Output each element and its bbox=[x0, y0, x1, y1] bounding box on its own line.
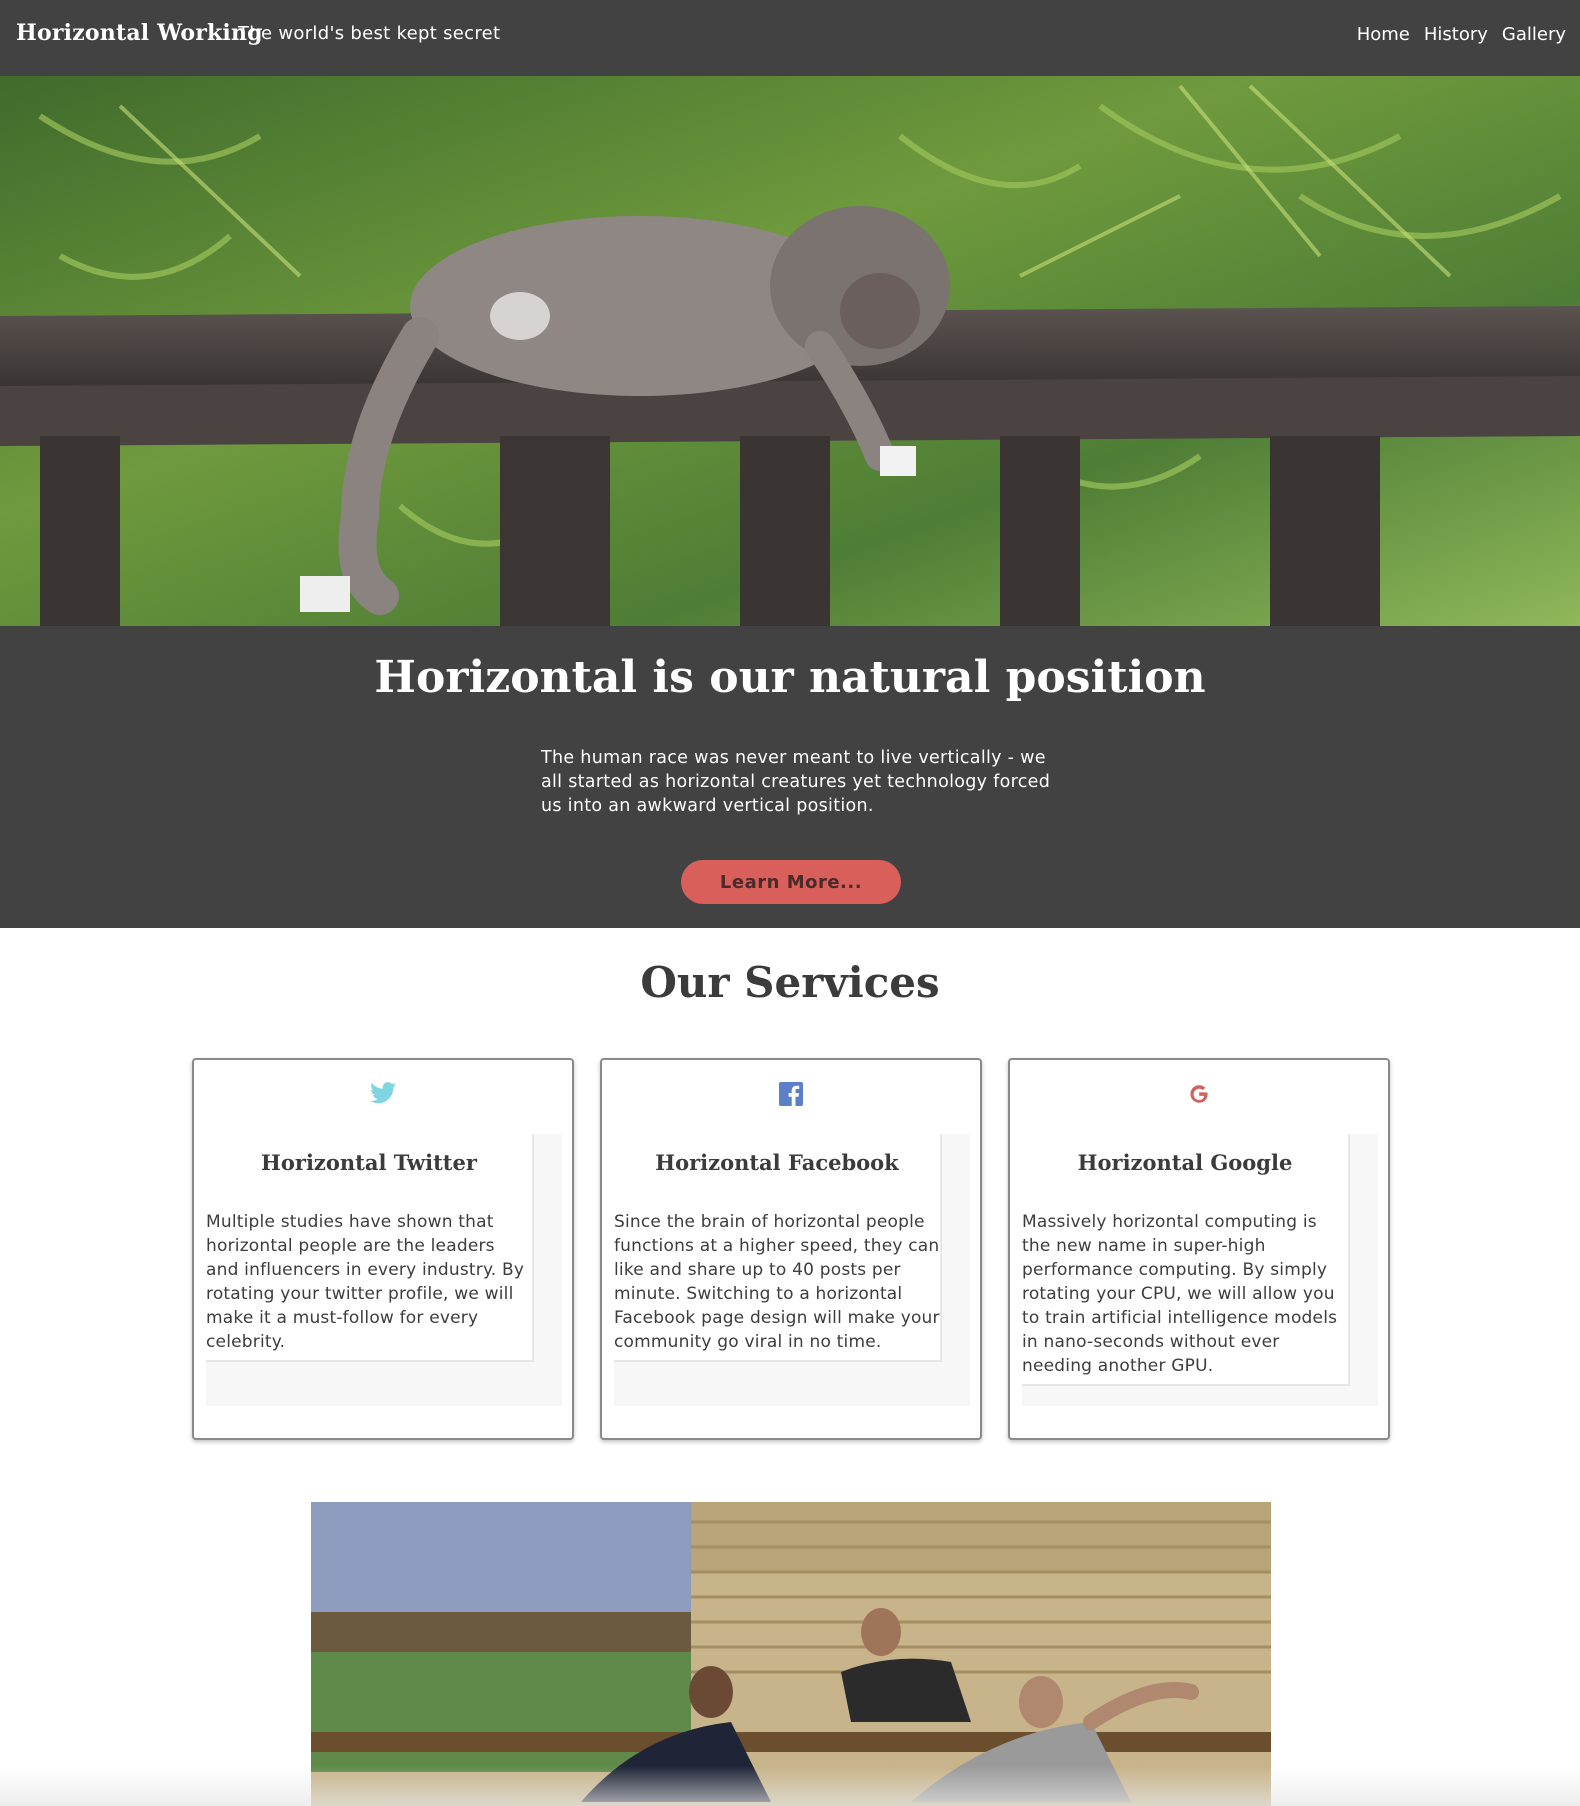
tagline: The world's best kept secret bbox=[238, 23, 501, 44]
nav-gallery[interactable]: Gallery bbox=[1502, 24, 1566, 45]
service-title: Horizontal Twitter bbox=[261, 1150, 477, 1175]
brand-logo[interactable]: Horizontal Working bbox=[16, 20, 263, 46]
google-icon bbox=[1190, 1085, 1208, 1103]
service-card-facebook: Horizontal Facebook Since the brain of h… bbox=[600, 1058, 982, 1440]
learn-more-button[interactable]: Learn More... bbox=[681, 860, 901, 904]
twitter-icon bbox=[370, 1082, 396, 1104]
gallery-photo bbox=[311, 1502, 1271, 1806]
monkey-photo-illustration bbox=[0, 76, 1580, 626]
service-title: Horizontal Google bbox=[1077, 1150, 1293, 1175]
nav-history[interactable]: History bbox=[1424, 24, 1488, 45]
service-description: Multiple studies have shown that horizon… bbox=[206, 1212, 525, 1352]
hero-photo bbox=[0, 76, 1580, 626]
hero-title: Horizontal is our natural position bbox=[374, 652, 1206, 703]
service-title: Horizontal Facebook bbox=[655, 1150, 899, 1175]
service-description: Massively horizontal computing is the ne… bbox=[1022, 1212, 1338, 1376]
main-nav: Home History Gallery bbox=[1357, 24, 1566, 45]
hero-section: Horizontal is our natural position The h… bbox=[0, 626, 1580, 928]
top-navbar: Horizontal Working The world's best kept… bbox=[0, 0, 1580, 76]
group-photo-illustration bbox=[311, 1502, 1271, 1806]
hero-description: The human race was never meant to live v… bbox=[541, 748, 1051, 816]
services-title: Our Services bbox=[640, 958, 940, 1007]
service-card-google: Horizontal Google Massively horizontal c… bbox=[1008, 1058, 1390, 1440]
service-description: Since the brain of horizontal people fun… bbox=[614, 1212, 940, 1352]
nav-home[interactable]: Home bbox=[1357, 24, 1410, 45]
service-card-twitter: Horizontal Twitter Multiple studies have… bbox=[192, 1058, 574, 1440]
facebook-icon bbox=[779, 1082, 803, 1106]
